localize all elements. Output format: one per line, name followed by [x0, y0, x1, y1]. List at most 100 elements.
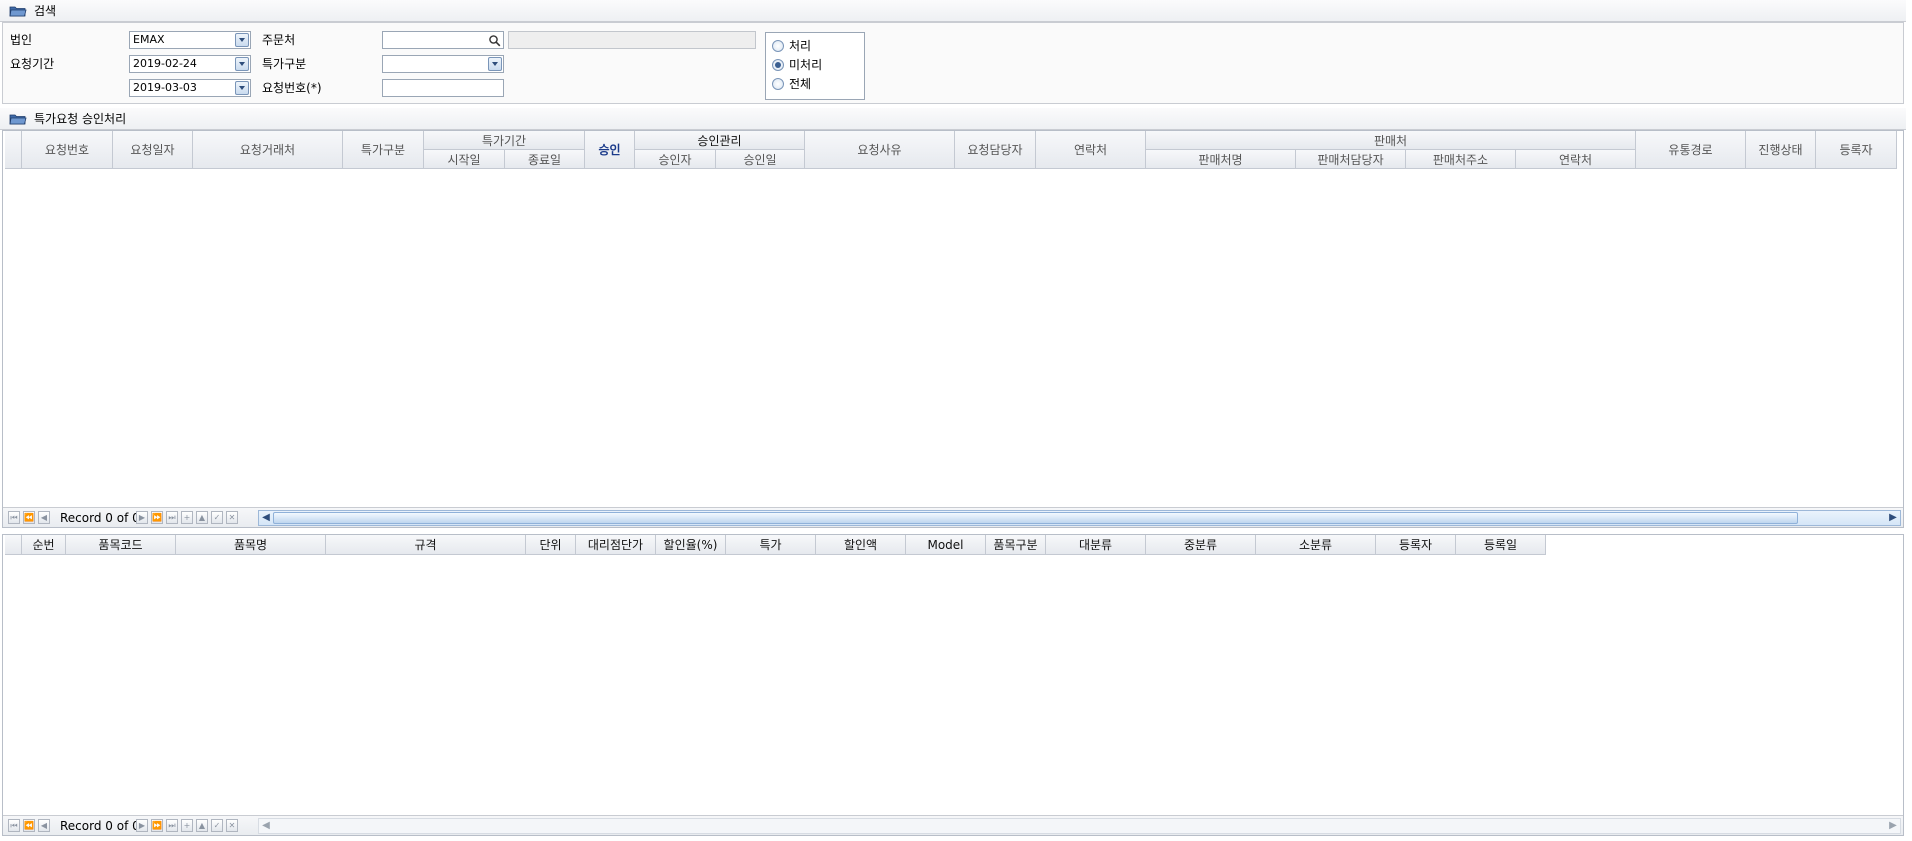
next-record-icon[interactable]: ▶ [136, 819, 148, 832]
detail-grid: 순번 품목코드 품목명 규격 단위 대리점단가 할인율(%) 특가 할인액 Model 품목구분 대분… [2, 534, 1904, 836]
orderer-label: 주문처 [262, 33, 296, 47]
add-record-icon[interactable]: + [181, 819, 193, 832]
prev-page-icon[interactable]: ⏪ [23, 819, 35, 832]
radio-button[interactable] [772, 59, 784, 71]
col-req-date[interactable]: 요청일자 [113, 131, 193, 169]
first-page-icon[interactable]: ⏮ [8, 511, 20, 524]
scroll-thumb[interactable] [273, 512, 1798, 524]
col-end-date[interactable]: 종료일 [505, 150, 585, 169]
detail-col-header[interactable]: 할인율(%) [656, 535, 726, 555]
col-channel[interactable]: 유통경로 [1636, 131, 1746, 169]
col-req-no[interactable]: 요청번호 [22, 131, 113, 169]
detail-col-header[interactable]: 품목구분 [986, 535, 1046, 555]
col-progress[interactable]: 진행상태 [1746, 131, 1816, 169]
col-registrant[interactable]: 등록자 [1816, 131, 1897, 169]
scroll-right-icon[interactable]: ▶ [1886, 511, 1900, 525]
prev-page-icon[interactable]: ⏪ [23, 511, 35, 524]
detail-col-header[interactable]: 대분류 [1046, 535, 1146, 555]
scroll-left-icon[interactable]: ◀ [259, 819, 273, 833]
date-to-picker[interactable]: 2019-03-03 [129, 79, 251, 97]
col-contact[interactable]: 연락처 [1036, 131, 1146, 169]
move-up-icon[interactable]: ▲ [196, 819, 208, 832]
col-req-manager[interactable]: 요청담당자 [955, 131, 1036, 169]
row-selector-header [5, 535, 22, 555]
col-label: 요청거래처 [239, 143, 296, 157]
chevron-down-icon[interactable] [488, 57, 502, 71]
detail-col-header[interactable]: 품목명 [176, 535, 326, 555]
col-start-date[interactable]: 시작일 [424, 150, 505, 169]
col-group-seller: 판매처 [1146, 131, 1636, 150]
delete-record-icon[interactable]: ✕ [226, 511, 238, 524]
record-counter: Record 0 of 0 [60, 819, 140, 833]
col-special-type[interactable]: 특가구분 [343, 131, 424, 169]
radio-label: 처리 [789, 39, 812, 53]
detail-col-header[interactable]: 특가 [726, 535, 816, 555]
radio-button[interactable] [772, 78, 784, 90]
confirm-icon[interactable]: ✓ [211, 819, 223, 832]
orderer-input[interactable] [382, 31, 504, 49]
delete-record-icon[interactable]: ✕ [226, 819, 238, 832]
horizontal-scrollbar[interactable]: ◀ ▶ [258, 818, 1901, 834]
chevron-down-icon[interactable] [235, 57, 249, 71]
col-group-approval-mgmt: 승인관리 [635, 131, 805, 150]
col-label: 요청일자 [130, 143, 175, 157]
radio-unprocessed[interactable]: 미처리 [772, 57, 822, 73]
col-req-reason[interactable]: 요청사유 [805, 131, 955, 169]
radio-button[interactable] [772, 40, 784, 52]
col-label: 승인관리 [697, 133, 742, 148]
next-record-icon[interactable]: ▶ [136, 511, 148, 524]
col-label: 종료일 [527, 152, 562, 167]
radio-all[interactable]: 전체 [772, 76, 811, 92]
chevron-down-icon[interactable] [235, 33, 249, 47]
next-page-icon[interactable]: ⏩ [151, 511, 163, 524]
request-no-label: 요청번호(*) [262, 81, 322, 95]
detail-col-header[interactable]: 등록자 [1376, 535, 1456, 555]
last-page-icon[interactable]: ⏭ [166, 819, 178, 832]
chevron-down-icon[interactable] [235, 81, 249, 95]
col-req-client[interactable]: 요청거래처 [193, 131, 343, 169]
main-grid: 요청번호 요청일자 요청거래처 특가구분 특가기간 시작일 종료일 승인 승인관… [2, 130, 1904, 528]
add-record-icon[interactable]: + [181, 511, 193, 524]
folder-icon [9, 6, 27, 17]
col-seller-name[interactable]: 판매처명 [1146, 150, 1296, 169]
search-icon[interactable] [488, 34, 501, 47]
move-up-icon[interactable]: ▲ [196, 511, 208, 524]
prev-record-icon[interactable]: ◀ [38, 819, 50, 832]
col-label: 유통경로 [1668, 143, 1713, 157]
detail-col-header[interactable]: 규격 [326, 535, 526, 555]
scroll-left-icon[interactable]: ◀ [259, 511, 273, 525]
detail-col-header[interactable]: Model [906, 535, 986, 555]
date-from-picker[interactable]: 2019-02-24 [129, 55, 251, 73]
request-no-input[interactable] [382, 79, 504, 97]
detail-col-header[interactable]: 품목코드 [66, 535, 176, 555]
scroll-right-icon[interactable]: ▶ [1886, 819, 1900, 833]
detail-col-header[interactable]: 단위 [526, 535, 576, 555]
detail-col-header[interactable]: 중분류 [1146, 535, 1256, 555]
next-page-icon[interactable]: ⏩ [151, 819, 163, 832]
col-seller-manager[interactable]: 판매처담당자 [1296, 150, 1406, 169]
detail-col-header[interactable]: 순번 [22, 535, 66, 555]
prev-record-icon[interactable]: ◀ [38, 511, 50, 524]
special-type-select[interactable] [382, 55, 504, 73]
col-approval-date[interactable]: 승인일 [716, 150, 805, 169]
col-seller-contact[interactable]: 연락처 [1516, 150, 1636, 169]
col-label: 판매처주소 [1432, 152, 1489, 167]
first-page-icon[interactable]: ⏮ [8, 819, 20, 832]
confirm-icon[interactable]: ✓ [211, 511, 223, 524]
date-to-value: 2019-03-03 [133, 81, 197, 94]
radio-processed[interactable]: 처리 [772, 38, 811, 54]
detail-col-header[interactable]: 등록일 [1456, 535, 1546, 555]
last-page-icon[interactable]: ⏭ [166, 511, 178, 524]
col-label: 판매처명 [1198, 152, 1243, 167]
col-label: 연락처 [1073, 143, 1108, 157]
col-approver[interactable]: 승인자 [635, 150, 716, 169]
detail-col-header[interactable]: 소분류 [1256, 535, 1376, 555]
search-section-header: 검색 [0, 0, 1906, 22]
detail-col-header[interactable]: 할인액 [816, 535, 906, 555]
horizontal-scrollbar[interactable]: ◀ ▶ [258, 510, 1901, 526]
detail-col-header[interactable]: 대리점단가 [576, 535, 656, 555]
corp-select[interactable]: EMAX [129, 31, 251, 49]
main-grid-section-header: 특가요청 승인처리 [0, 108, 1906, 130]
col-approve[interactable]: 승인 [585, 131, 635, 169]
col-seller-address[interactable]: 판매처주소 [1406, 150, 1516, 169]
